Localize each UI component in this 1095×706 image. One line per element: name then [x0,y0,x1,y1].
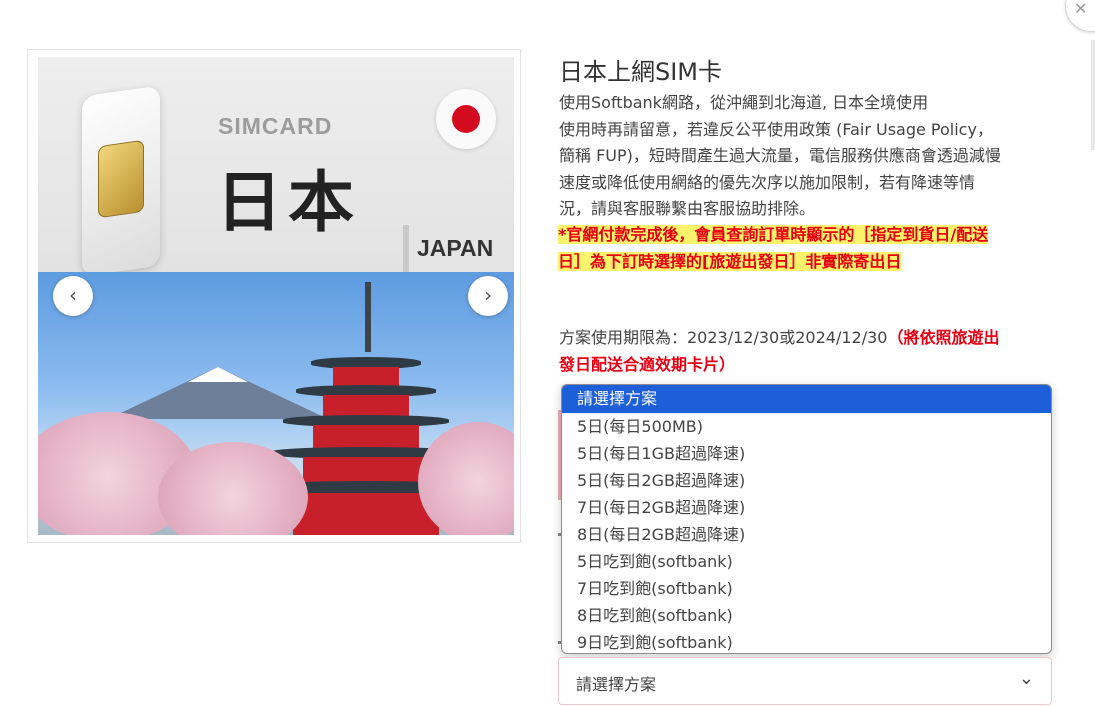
cherry-blossom [418,422,514,535]
carousel-prev-button[interactable]: ‹ [53,276,93,316]
image-japan-tag: JAPAN [403,225,514,277]
chevron-left-icon: ‹ [69,283,77,307]
pagoda-tier [293,493,439,535]
product-image-frame: SIMCARD 日本 JAPAN ‹ › [27,49,521,543]
pagoda-tier [313,425,419,449]
pagoda-spire [365,282,371,352]
pagoda-tier [323,395,409,417]
dropdown-option[interactable]: 5日(每日500MB) [562,413,1051,440]
mountain-snowcap [188,367,248,382]
image-simcard-text: SIMCARD [218,113,333,139]
dropdown-option[interactable]: 7日吃到飽(softbank) [562,575,1051,602]
sim-card-illustration [82,85,160,277]
description-line: 況，請與客服聯繫由客服協助排除。 [559,199,816,218]
notice-line: 日］為下訂時選擇的[旅遊出發日］非實際寄出日 [558,251,902,271]
image-japan-text: JAPAN [417,235,494,261]
pagoda-tier [303,457,429,483]
fuji-pagoda-scene [38,272,514,535]
dropdown-option[interactable]: 7日(每日2GB超過降速) [562,494,1051,521]
dropdown-option[interactable]: 9日吃到飽(softbank) [562,629,1051,653]
sim-chip-icon [98,139,144,219]
validity-note: 發日配送合適效期卡片） [559,354,736,374]
notice-line: *官網付款完成後，會員查詢訂單時顯示的［指定到貨日/配送 [558,225,989,244]
validity-note: （將依照旅遊出 [887,328,1000,347]
pagoda-tier [333,367,399,387]
validity-label: 方案使用期限為：2023/12/30或2024/12/30 [559,328,888,347]
close-icon: ✕ [1074,0,1088,18]
dropdown-option[interactable]: 5日吃到飽(softbank) [562,548,1051,575]
product-description: 使用Softbank網路，從沖繩到北海道, 日本全境使用 使用時再請留意，若違反… [559,90,1059,223]
validity-info: 方案使用期限為：2023/12/30或2024/12/30（將依照旅遊出 發日配… [559,325,1059,378]
dropdown-option[interactable]: 5日(每日2GB超過降速) [562,467,1051,494]
plan-select[interactable]: 請選擇方案 ⌄ [558,657,1052,705]
description-line: 使用時再請留意，若違反公平使用政策 (Fair Usage Policy， [559,119,993,139]
carousel-next-button[interactable]: › [468,276,508,316]
japan-flag-icon [436,89,496,149]
plan-dropdown-list[interactable]: 請選擇方案 5日(每日500MB) 5日(每日1GB超過降速) 5日(每日2GB… [561,384,1052,654]
delivery-notice: *官網付款完成後，會員查詢訂單時顯示的［指定到貨日/配送 日］為下訂時選擇的[旅… [558,222,1048,275]
dropdown-option[interactable]: 請選擇方案 [562,385,1051,413]
dropdown-option[interactable]: 8日(每日2GB超過降速) [562,521,1051,548]
close-button[interactable]: ✕ [1065,0,1095,32]
description-line: 使用Softbank網路，從沖繩到北海道, 日本全境使用 [559,93,929,112]
dropdown-option[interactable]: 8日吃到飽(softbank) [562,602,1051,629]
image-kanji-text: 日本 [216,164,360,241]
chevron-right-icon: › [484,283,492,307]
dropdown-option[interactable]: 5日(每日1GB超過降速) [562,440,1051,467]
product-image: SIMCARD 日本 JAPAN [38,57,514,535]
scrollbar-track [1091,40,1095,150]
description-line: 簡稱 FUP)，短時間產生過大流量，電信服務供應商會透過減慢 [559,146,1001,165]
plan-select-value: 請選擇方案 [576,675,657,694]
chevron-down-icon: ⌄ [1018,668,1034,689]
product-title: 日本上網SIM卡 [559,58,723,86]
description-line: 速度或降低使用網絡的優先次序以施加限制，若有降速等情 [559,172,976,192]
